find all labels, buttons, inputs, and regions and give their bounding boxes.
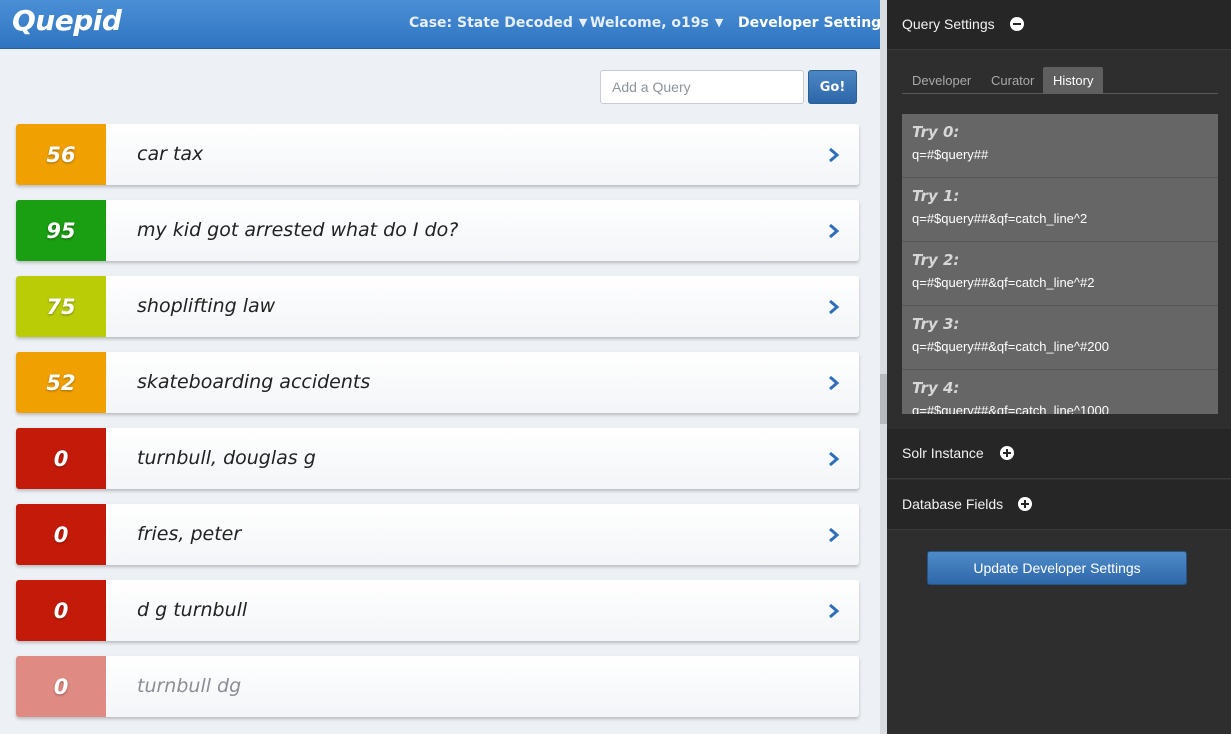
collapse-minus-icon[interactable] <box>1010 17 1024 31</box>
row-spacer <box>809 656 859 717</box>
chevron-right-icon[interactable] <box>809 580 859 641</box>
score-badge: 0 <box>16 656 106 717</box>
history-item[interactable]: Try 2: q=#$query##&qf=catch_line^#2 <box>902 242 1218 306</box>
chevron-right-icon[interactable] <box>809 200 859 261</box>
try-query: q=#$query##&qf=catch_line^#2 <box>912 275 1095 290</box>
history-list[interactable]: Try 0: q=#$query## Try 1: q=#$query##&qf… <box>902 114 1218 414</box>
top-navbar: Quepid Case: State Decoded ▼ Welcome, o19… <box>0 0 880 49</box>
panel-splitter[interactable] <box>880 0 887 734</box>
case-dropdown-label: Case: State Decoded <box>409 15 573 31</box>
splitter-handle[interactable] <box>880 374 887 424</box>
brand-logo[interactable]: Quepid <box>12 4 122 37</box>
query-text: my kid got arrested what do I do? <box>137 219 459 241</box>
chevron-right-icon[interactable] <box>809 428 859 489</box>
query-row[interactable]: 56 car tax <box>16 124 859 185</box>
try-label: Try 2: <box>912 251 960 269</box>
score-badge: 52 <box>16 352 106 413</box>
chevron-right-icon[interactable] <box>809 352 859 413</box>
tab-history[interactable]: History <box>1043 67 1104 94</box>
expand-plus-icon[interactable] <box>1018 497 1032 511</box>
query-text: turnbull, douglas g <box>137 447 316 469</box>
try-label: Try 3: <box>912 315 960 333</box>
user-dropdown-label: Welcome, o19s <box>590 15 709 31</box>
try-query: q=#$query## <box>912 147 989 162</box>
query-row[interactable]: 0 turnbull dg <box>16 656 859 717</box>
score-badge: 0 <box>16 580 106 641</box>
score-badge: 75 <box>16 276 106 337</box>
go-button[interactable]: Go! <box>808 70 857 104</box>
tab-curator[interactable]: Curator <box>981 67 1044 94</box>
settings-panel: Query Settings Developer Curator History… <box>887 0 1231 734</box>
solr-instance-header[interactable]: Solr Instance <box>887 429 1231 479</box>
main-app-area: Quepid Case: State Decoded ▼ Welcome, o19… <box>0 0 880 734</box>
query-row[interactable]: 75 shoplifting law <box>16 276 859 337</box>
query-text: fries, peter <box>137 523 242 545</box>
try-query: q=#$query##&qf=catch_line^1000 <box>912 403 1109 414</box>
add-query-input[interactable] <box>600 70 804 104</box>
try-query: q=#$query##&qf=catch_line^2 <box>912 211 1088 226</box>
history-item[interactable]: Try 4: q=#$query##&qf=catch_line^1000 <box>902 370 1218 414</box>
database-fields-header[interactable]: Database Fields <box>887 480 1231 530</box>
try-label: Try 1: <box>912 187 960 205</box>
query-text: skateboarding accidents <box>137 371 371 393</box>
score-badge: 0 <box>16 428 106 489</box>
case-dropdown[interactable]: Case: State Decoded ▼ <box>409 15 587 31</box>
query-settings-body: Developer Curator History Try 0: q=#$que… <box>887 50 1231 429</box>
user-dropdown[interactable]: Welcome, o19s ▼ <box>590 15 723 31</box>
chevron-right-icon[interactable] <box>809 124 859 185</box>
query-row[interactable]: 0 fries, peter <box>16 504 859 565</box>
query-text: car tax <box>137 143 204 165</box>
score-badge: 0 <box>16 504 106 565</box>
chevron-down-icon: ▼ <box>578 16 588 29</box>
try-label: Try 4: <box>912 379 960 397</box>
expand-plus-icon[interactable] <box>1000 446 1014 460</box>
query-row[interactable]: 52 skateboarding accidents <box>16 352 859 413</box>
try-label: Try 0: <box>912 123 960 141</box>
query-row[interactable]: 0 turnbull, douglas g <box>16 428 859 489</box>
query-settings-title: Query Settings <box>902 16 995 32</box>
history-item[interactable]: Try 1: q=#$query##&qf=catch_line^2 <box>902 178 1218 242</box>
solr-instance-title: Solr Instance <box>902 445 984 461</box>
query-text: d g turnbull <box>137 599 248 621</box>
query-row[interactable]: 0 d g turnbull <box>16 580 859 641</box>
chevron-right-icon[interactable] <box>809 504 859 565</box>
history-item[interactable]: Try 3: q=#$query##&qf=catch_line^#200 <box>902 306 1218 370</box>
query-text: shoplifting law <box>137 295 276 317</box>
try-query: q=#$query##&qf=catch_line^#200 <box>912 339 1109 354</box>
chevron-right-icon[interactable] <box>809 276 859 337</box>
query-list: 56 car tax 95 my kid got arrested what d… <box>16 124 859 732</box>
settings-tabs: Developer Curator History <box>902 67 1218 94</box>
score-badge: 95 <box>16 200 106 261</box>
developer-settings-link[interactable]: Developer Settings <box>738 15 880 31</box>
query-row[interactable]: 95 my kid got arrested what do I do? <box>16 200 859 261</box>
update-developer-settings-button[interactable]: Update Developer Settings <box>927 551 1187 585</box>
score-badge: 56 <box>16 124 106 185</box>
chevron-down-icon: ▼ <box>714 16 724 29</box>
history-item[interactable]: Try 0: q=#$query## <box>902 114 1218 178</box>
query-text: turnbull dg <box>137 675 242 697</box>
query-settings-header[interactable]: Query Settings <box>887 0 1231 50</box>
database-fields-title: Database Fields <box>902 496 1004 512</box>
tab-developer[interactable]: Developer <box>902 67 981 94</box>
